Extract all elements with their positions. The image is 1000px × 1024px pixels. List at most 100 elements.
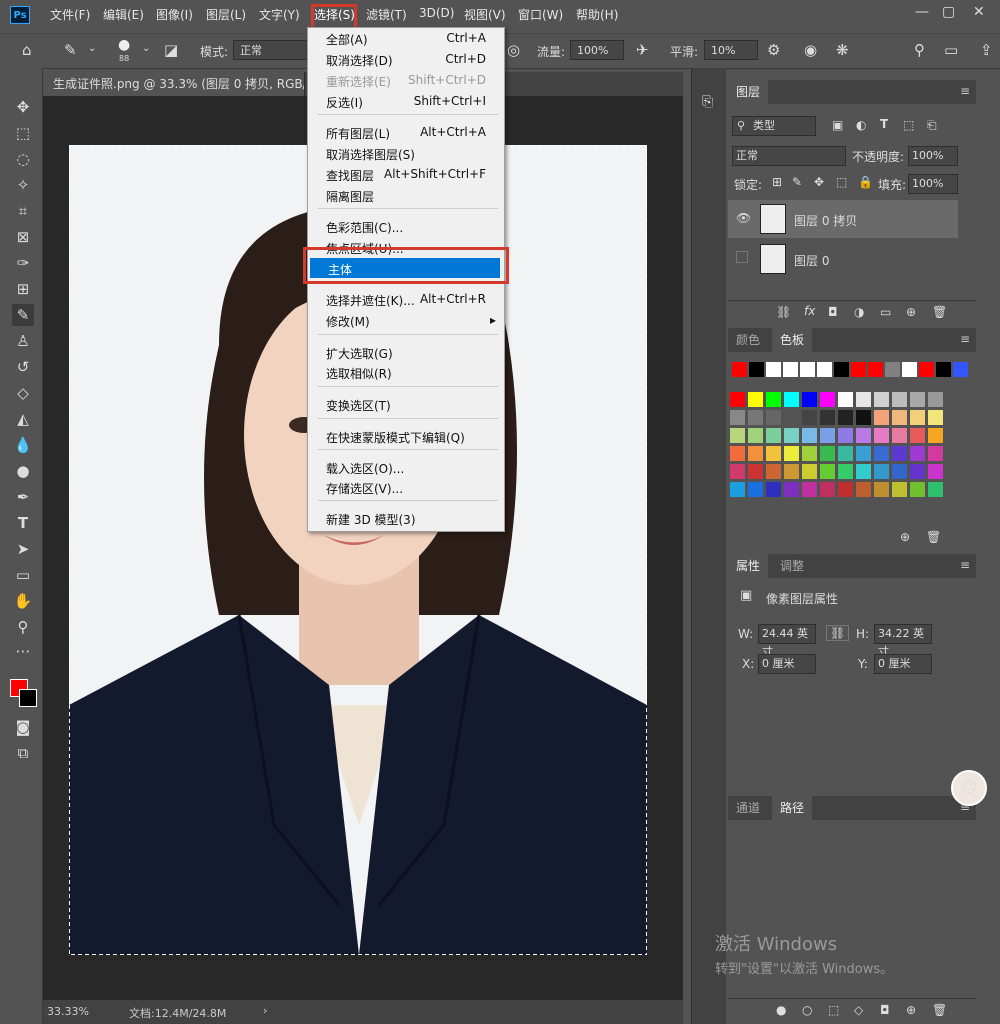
pressure-opacity-icon[interactable]: ◎ [507,41,520,59]
filter-pixel-icon[interactable]: ▣ [832,118,843,132]
visibility-toggle[interactable] [736,251,748,263]
close-button[interactable]: ✕ [973,4,985,20]
layer-row[interactable]: 图层 0 [728,240,958,278]
menu-layer[interactable]: 图层(L) [206,6,246,23]
panel-menu-icon[interactable]: ≡ [960,558,970,572]
paint-bucket-tool-icon[interactable]: ◭ [12,408,34,430]
panel-menu-icon[interactable]: ≡ [960,332,970,346]
document-tab[interactable]: 生成证件照.png @ 33.3% (图层 0 拷贝, RGB/8) [43,72,305,96]
color-swatch[interactable] [820,482,835,497]
clone-stamp-tool-icon[interactable]: ♙ [12,330,34,352]
color-swatch[interactable] [856,392,871,407]
lock-all-icon[interactable]: 🔒 [858,175,873,189]
minimize-button[interactable]: — [915,4,929,20]
tab-swatches[interactable]: 色板 [772,328,813,352]
color-swatch[interactable] [748,446,763,461]
color-swatch[interactable] [784,392,799,407]
color-swatch[interactable] [783,362,798,377]
color-swatch[interactable] [817,362,832,377]
color-swatch[interactable] [802,410,817,425]
frame-tool-icon[interactable]: ⊠ [12,226,34,248]
hand-tool-icon[interactable]: ✋ [12,590,34,612]
menu-view[interactable]: 视图(V) [464,6,506,23]
tab-adjustments[interactable]: 调整 [772,554,812,578]
brush-tip-icon[interactable]: ● [118,37,130,53]
menu-edit[interactable]: 编辑(E) [103,6,144,23]
color-swatch[interactable] [910,464,925,479]
color-swatch[interactable] [730,482,745,497]
crop-tool-icon[interactable]: ⌗ [12,200,34,222]
color-swatch[interactable] [730,428,745,443]
menu-item-similar[interactable]: 选取相似(R) [308,362,504,382]
y-input[interactable]: 0 厘米 [874,654,932,674]
color-swatch[interactable] [919,362,934,377]
color-swatch[interactable] [910,392,925,407]
filter-smart-object-icon[interactable]: ⎗ [927,118,937,133]
color-swatch[interactable] [784,482,799,497]
menu-item-color-range[interactable]: 色彩范围(C)... [308,216,504,236]
link-dimensions-icon[interactable]: ⛓ [826,625,850,641]
blur-tool-icon[interactable]: 💧 [12,434,34,456]
menu-item-quick-mask[interactable]: 在快速蒙版模式下编辑(Q) [308,426,504,446]
menu-file[interactable]: 文件(F) [50,6,90,23]
color-swatch[interactable] [874,482,889,497]
maximize-button[interactable]: ▢ [942,4,955,20]
dodge-tool-icon[interactable]: ● [12,460,34,482]
color-swatch[interactable] [910,446,925,461]
height-input[interactable]: 34.22 英寸 [874,624,932,658]
color-swatch[interactable] [802,464,817,479]
home-icon[interactable]: ⌂ [22,41,32,59]
menu-item-transform-selection[interactable]: 变换选区(T) [308,394,504,414]
color-swatch[interactable] [748,392,763,407]
color-swatch[interactable] [766,482,781,497]
pressure-size-icon[interactable]: ◉ [804,41,817,59]
menu-3d[interactable]: 3D(D) [419,6,454,20]
rectangle-tool-icon[interactable]: ▭ [12,564,34,586]
color-swatch[interactable] [892,482,907,497]
color-swatch[interactable] [784,410,799,425]
magic-wand-tool-icon[interactable]: ✧ [12,174,34,196]
symmetry-icon[interactable]: ❋ [836,41,849,59]
healing-brush-tool-icon[interactable]: ⊞ [12,278,34,300]
share-icon[interactable]: ⇪ [980,41,993,59]
color-swatch[interactable] [838,464,853,479]
assistant-avatar[interactable]: ☺ [951,770,987,806]
color-swatch[interactable] [856,410,871,425]
color-swatch[interactable] [856,428,871,443]
color-swatch[interactable] [838,446,853,461]
eyedropper-tool-icon[interactable]: ✑ [12,252,34,274]
color-swatch[interactable] [851,362,866,377]
type-tool-icon[interactable]: T [12,512,34,534]
color-swatch[interactable] [800,362,815,377]
layer-row-selected[interactable]: 👁 图层 0 拷贝 [728,200,958,238]
tab-channels[interactable]: 通道 [728,796,768,820]
tab-properties[interactable]: 属性 [728,554,769,578]
menu-item-grow[interactable]: 扩大选取(G) [308,342,504,362]
color-swatch[interactable] [730,410,745,425]
gear-icon[interactable]: ⚙ [767,41,780,59]
tab-paths[interactable]: 路径 [772,796,813,820]
panel-menu-icon[interactable]: ≡ [960,84,970,98]
color-swatch[interactable] [730,464,745,479]
add-mask-icon[interactable]: ◘ [880,1003,890,1017]
flow-input[interactable]: 100% [570,40,624,60]
zoom-tool-icon[interactable]: ⚲ [12,616,34,638]
pen-tool-icon[interactable]: ✒ [12,486,34,508]
color-swatch[interactable] [892,464,907,479]
color-swatch[interactable] [838,482,853,497]
color-swatch[interactable] [902,362,917,377]
menu-item-new-3d-model[interactable]: 新建 3D 模型(3) [308,508,504,528]
color-swatch[interactable] [730,446,745,461]
adjustment-layer-icon[interactable]: ◑ [854,305,864,319]
tab-color[interactable]: 颜色 [728,328,768,352]
color-swatch[interactable] [874,464,889,479]
marquee-tool-icon[interactable]: ⬚ [12,122,34,144]
color-swatch[interactable] [892,410,907,425]
quick-mask-icon[interactable]: ◙ [12,716,34,738]
menu-item-deselect-layers[interactable]: 取消选择图层(S) [308,143,504,163]
color-swatch[interactable] [748,482,763,497]
new-swatch-icon[interactable]: ⊕ [900,530,910,544]
color-swatch[interactable] [820,410,835,425]
color-swatch[interactable] [748,410,763,425]
color-swatch[interactable] [928,464,943,479]
